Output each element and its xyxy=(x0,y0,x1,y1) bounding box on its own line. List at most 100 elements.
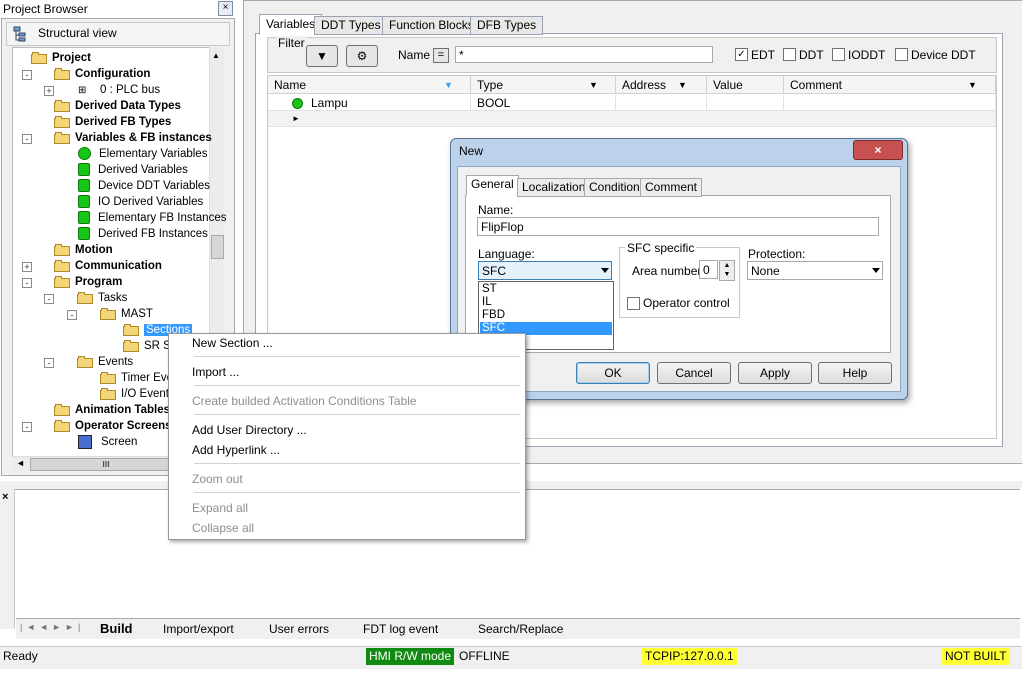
cell-value[interactable] xyxy=(707,95,784,111)
tree-item-derived-fb-types[interactable]: Derived FB Types xyxy=(54,114,171,130)
dialog-tab-general[interactable]: General xyxy=(466,175,519,196)
output-tab-scroll-arrows-icon[interactable]: |◄◄►►| xyxy=(20,622,84,632)
tree-item-elementary-fb-instances[interactable]: Elementary FB Instances xyxy=(78,210,226,226)
section-name-input[interactable]: FlipFlop xyxy=(477,217,879,236)
column-header-comment[interactable]: Comment ▼ xyxy=(784,76,996,94)
collapse-toggle[interactable]: - xyxy=(22,422,32,432)
collapse-toggle[interactable]: - xyxy=(22,70,32,80)
tree-item-tasks[interactable]: Tasks xyxy=(77,290,127,306)
scroll-left-arrow-icon[interactable]: ◄ xyxy=(16,458,25,468)
column-header-address[interactable]: Address ▼ xyxy=(616,76,707,94)
cell-type[interactable]: BOOL xyxy=(471,95,616,111)
tree-label: I/O Events xyxy=(121,388,175,400)
tree-item-variables-fb-instances[interactable]: Variables & FB instances xyxy=(54,130,212,146)
tree-item-plc-bus[interactable]: ⊞ 0 : PLC bus xyxy=(78,82,160,98)
device-ddt-checkbox[interactable] xyxy=(895,48,908,61)
project-browser-close-button[interactable]: × xyxy=(218,1,233,16)
structural-view-bar[interactable]: Structural view xyxy=(6,22,230,46)
horizontal-scroll-thumb[interactable]: III xyxy=(30,458,182,471)
dialog-tab-comment[interactable]: Comment xyxy=(640,178,703,197)
help-button[interactable]: Help xyxy=(818,362,892,384)
folder-icon xyxy=(100,387,116,400)
folder-icon xyxy=(100,307,116,320)
column-header-type[interactable]: Type ▼ xyxy=(471,76,616,94)
collapse-toggle[interactable]: - xyxy=(22,134,32,144)
column-header-name[interactable]: Name ▼ xyxy=(268,76,471,94)
scroll-up-arrow-icon[interactable]: ▲ xyxy=(212,51,220,60)
folder-icon xyxy=(54,67,70,80)
expand-toggle[interactable]: + xyxy=(44,86,54,96)
ioddt-checkbox[interactable] xyxy=(832,48,845,61)
menu-item-add-user-directory[interactable]: Add User Directory ... xyxy=(192,421,307,439)
tree-item-communication[interactable]: Communication xyxy=(54,258,162,274)
area-number-input[interactable]: 0 xyxy=(699,260,718,279)
menu-item-import[interactable]: Import ... xyxy=(192,363,239,381)
collapse-toggle[interactable]: - xyxy=(44,294,54,304)
name-filter-input[interactable]: * xyxy=(455,46,713,63)
language-option-fbd[interactable]: FBD xyxy=(480,309,612,322)
menu-item-expand-all[interactable]: Expand all xyxy=(192,499,248,517)
tree-item-screen[interactable]: Screen xyxy=(78,434,137,450)
language-option-st[interactable]: ST xyxy=(480,283,612,296)
output-tab-fdt-log-event[interactable]: FDT log event xyxy=(363,621,438,637)
language-select[interactable]: SFC xyxy=(478,261,612,280)
operator-control-checkbox[interactable] xyxy=(627,297,640,310)
tab-ddt-types[interactable]: DDT Types xyxy=(314,16,388,35)
tree-item-derived-variables[interactable]: Derived Variables xyxy=(78,162,188,178)
collapse-toggle[interactable]: - xyxy=(22,278,32,288)
output-tab-user-errors[interactable]: User errors xyxy=(269,621,329,637)
menu-item-add-hyperlink[interactable]: Add Hyperlink ... xyxy=(192,441,280,459)
tree-item-motion[interactable]: Motion xyxy=(54,242,113,258)
tree-item-device-ddt-variables[interactable]: Device DDT Variables xyxy=(78,178,210,194)
menu-item-collapse-all[interactable]: Collapse all xyxy=(192,519,254,537)
cancel-button[interactable]: Cancel xyxy=(657,362,731,384)
protection-select[interactable]: None xyxy=(747,261,883,280)
dialog-tab-localization[interactable]: Localization xyxy=(517,178,591,197)
apply-button[interactable]: Apply xyxy=(738,362,812,384)
output-tab-import-export[interactable]: Import/export xyxy=(163,621,234,637)
tab-dfb-types[interactable]: DFB Types xyxy=(470,16,544,35)
cell-comment[interactable] xyxy=(784,95,996,111)
tree-item-animation-tables[interactable]: Animation Tables xyxy=(54,402,170,418)
menu-item-create-activation-table[interactable]: Create builded Activation Conditions Tab… xyxy=(192,392,417,410)
tree-item-events[interactable]: Events xyxy=(77,354,133,370)
new-row[interactable]: ► xyxy=(268,111,996,127)
tree-item-mast[interactable]: MAST xyxy=(100,306,153,322)
tab-function-blocks[interactable]: Function Blocks xyxy=(382,16,481,35)
tab-variables[interactable]: Variables xyxy=(259,14,323,35)
filter-funnel-button[interactable]: ▼ xyxy=(306,45,338,67)
ddt-checkbox[interactable] xyxy=(783,48,796,61)
output-tab-build[interactable]: Build xyxy=(100,621,133,637)
dialog-close-button[interactable]: × xyxy=(853,140,903,160)
menu-item-new-section[interactable]: New Section ... xyxy=(192,334,273,352)
tree-item-project[interactable]: Project xyxy=(31,50,91,66)
tree-item-io-derived-variables[interactable]: IO Derived Variables xyxy=(78,194,203,210)
menu-item-zoom-out[interactable]: Zoom out xyxy=(192,470,243,488)
collapse-toggle[interactable]: - xyxy=(44,358,54,368)
output-tab-search-replace[interactable]: Search/Replace xyxy=(478,621,563,637)
dropdown-arrow-icon: ▼ xyxy=(968,80,977,90)
structural-view-icon xyxy=(13,26,26,42)
tree-item-io-events[interactable]: I/O Events xyxy=(100,386,175,402)
tree-item-derived-fb-instances[interactable]: Derived FB Instances xyxy=(78,226,208,242)
area-number-spinner[interactable]: ▲ ▼ xyxy=(719,260,735,281)
language-option-il[interactable]: IL xyxy=(480,296,612,309)
output-close-icon[interactable]: × xyxy=(2,491,8,503)
column-header-value[interactable]: Value xyxy=(707,76,784,94)
collapse-toggle[interactable]: - xyxy=(67,310,77,320)
cell-name[interactable]: Lampu xyxy=(268,95,471,111)
filter-settings-button[interactable]: ⚙ xyxy=(346,45,378,67)
expand-toggle[interactable]: + xyxy=(22,262,32,272)
dialog-tab-condition[interactable]: Condition xyxy=(584,178,645,197)
ok-button[interactable]: OK xyxy=(576,362,650,384)
tree-item-program[interactable]: Program xyxy=(54,274,122,290)
tree-item-operator-screens[interactable]: Operator Screens xyxy=(54,418,172,434)
tree-item-configuration[interactable]: Configuration xyxy=(54,66,150,82)
vertical-scroll-thumb[interactable] xyxy=(211,235,224,259)
name-operator-button[interactable]: = xyxy=(433,48,449,63)
tree-label: Events xyxy=(98,356,134,368)
edt-checkbox[interactable]: ✓ xyxy=(735,48,748,61)
tree-item-elementary-variables[interactable]: Elementary Variables xyxy=(78,146,207,162)
tree-item-derived-data-types[interactable]: Derived Data Types xyxy=(54,98,181,114)
cell-address[interactable] xyxy=(616,95,707,111)
